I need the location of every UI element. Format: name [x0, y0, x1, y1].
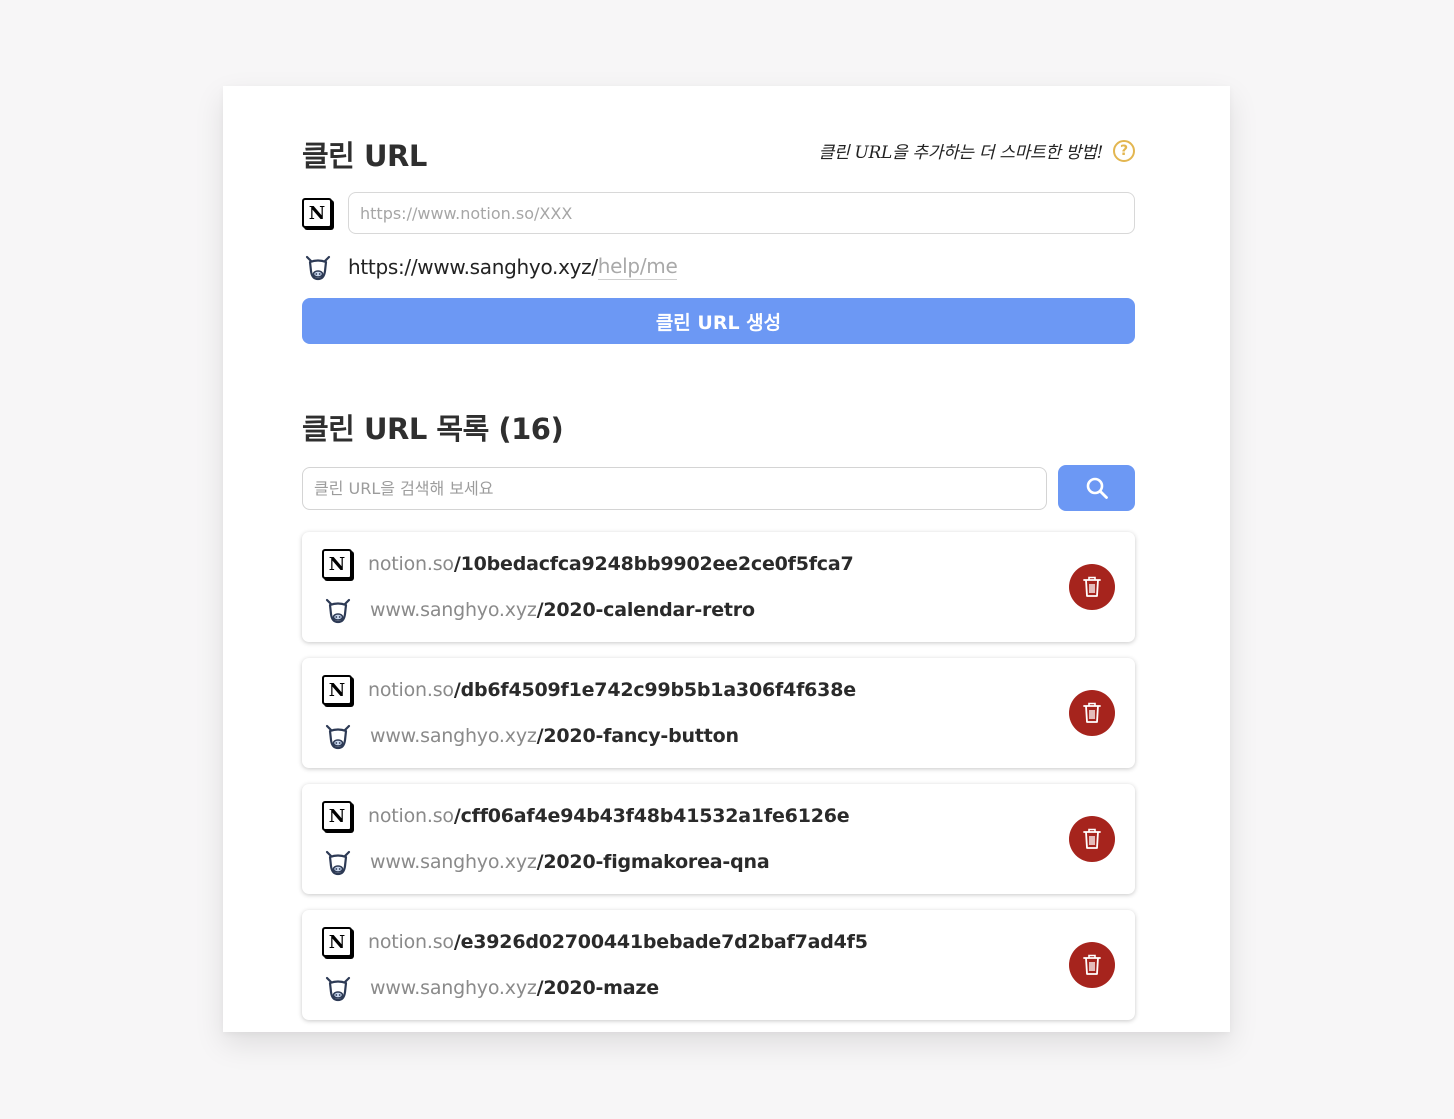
search-input[interactable]	[302, 467, 1047, 510]
clean-link[interactable]: www.sanghyo.xyz/2020-calendar-retro	[370, 599, 755, 621]
smart-way-hint[interactable]: 클린 URL을 추가하는 더 스마트한 방법! ?	[819, 138, 1135, 163]
trash-icon	[1083, 702, 1101, 723]
notion-url-row: N	[302, 192, 1135, 234]
list-item: N notion.so/10bedacfca9248bb9902ee2ce0f5…	[302, 532, 1135, 642]
notion-logo-icon: N	[322, 675, 352, 705]
clean-url-row: https://www.sanghyo.xyz/ help/me	[302, 250, 678, 284]
notion-link[interactable]: notion.so/db6f4509f1e742c99b5b1a306f4f63…	[368, 679, 856, 701]
clean-url-base: https://www.sanghyo.xyz/	[348, 255, 598, 279]
trash-icon	[1083, 828, 1101, 849]
notion-link[interactable]: notion.so/e3926d02700441bebade7d2baf7ad4…	[368, 931, 868, 953]
cow-icon	[325, 598, 351, 624]
clean-url-card: 클린 URL 클린 URL을 추가하는 더 스마트한 방법! ? N https…	[223, 86, 1230, 1032]
list-title: 클린 URL 목록 (16)	[302, 412, 564, 446]
cow-icon	[325, 724, 351, 750]
delete-button[interactable]	[1069, 564, 1115, 610]
list-item: N notion.so/e3926d02700441bebade7d2baf7a…	[302, 910, 1135, 1020]
notion-logo-icon: N	[322, 549, 352, 579]
notion-link[interactable]: notion.so/10bedacfca9248bb9902ee2ce0f5fc…	[368, 553, 854, 575]
cow-icon	[325, 976, 351, 1002]
page-title: 클린 URL	[302, 139, 427, 173]
cow-icon	[325, 850, 351, 876]
notion-logo-icon: N	[302, 198, 332, 228]
hint-text: 클린 URL을 추가하는 더 스마트한 방법!	[818, 143, 1104, 163]
notion-logo-icon: N	[322, 927, 352, 957]
delete-button[interactable]	[1069, 690, 1115, 736]
search-icon	[1086, 477, 1108, 499]
notion-logo-icon: N	[322, 801, 352, 831]
clean-link[interactable]: www.sanghyo.xyz/2020-figmakorea-qna	[370, 851, 770, 873]
trash-icon	[1083, 576, 1101, 597]
question-circle-icon[interactable]: ?	[1113, 139, 1135, 162]
trash-icon	[1083, 954, 1101, 975]
notion-url-input[interactable]	[348, 192, 1135, 234]
delete-button[interactable]	[1069, 942, 1115, 988]
delete-button[interactable]	[1069, 816, 1115, 862]
cow-icon	[305, 255, 331, 281]
create-clean-url-button[interactable]: 클린 URL 생성	[302, 298, 1135, 344]
notion-link[interactable]: notion.so/cff06af4e94b43f48b41532a1fe612…	[368, 805, 850, 827]
clean-link[interactable]: www.sanghyo.xyz/2020-fancy-button	[370, 725, 739, 747]
clean-link[interactable]: www.sanghyo.xyz/2020-maze	[370, 977, 659, 999]
clean-url-slug-input[interactable]: help/me	[597, 254, 678, 280]
list-item: N notion.so/cff06af4e94b43f48b41532a1fe6…	[302, 784, 1135, 894]
list-item: N notion.so/db6f4509f1e742c99b5b1a306f4f…	[302, 658, 1135, 768]
search-button[interactable]	[1058, 465, 1135, 511]
